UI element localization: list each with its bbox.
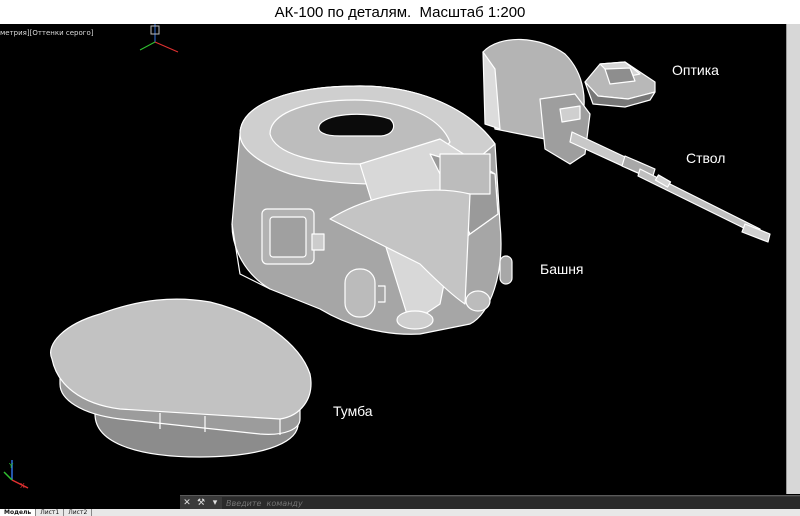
drawing-title: АК-100 по деталям. Масштаб 1:200 — [274, 3, 526, 21]
tab-sheet1[interactable]: Лист1 — [36, 509, 65, 516]
label-turret: Башня — [540, 261, 584, 277]
pedestal-model — [50, 298, 312, 458]
svg-text:X: X — [20, 482, 25, 490]
label-pedestal: Тумба — [333, 403, 373, 419]
close-command-line-icon[interactable]: ✕ — [180, 496, 194, 510]
model-drawing — [50, 24, 771, 458]
layout-tabs: Модель Лист1 Лист2 — [0, 509, 800, 516]
tab-model[interactable]: Модель — [0, 509, 37, 516]
model-viewport[interactable]: метрия][Оттенки серого] Оптика Ствол Баш… — [0, 24, 786, 494]
label-barrel: Ствол — [686, 150, 726, 166]
customize-command-icon[interactable]: ⚒ — [194, 496, 208, 510]
drawing-title-bar: АК-100 по деталям. Масштаб 1:200 — [0, 0, 800, 24]
command-input[interactable] — [222, 497, 800, 509]
svg-text:Y: Y — [8, 462, 14, 470]
label-optics: Оптика — [672, 62, 719, 78]
optics-model — [584, 61, 656, 108]
turret-model — [231, 85, 513, 335]
vertical-scrollbar[interactable] — [786, 24, 800, 494]
command-line: ✕ ⚒ ▾ — [180, 495, 800, 510]
tab-sheet2[interactable]: Лист2 — [64, 509, 93, 516]
command-history-icon[interactable]: ▾ — [208, 496, 222, 510]
view-gizmo-icon — [139, 24, 179, 53]
ucs-icon: Y X — [3, 460, 29, 490]
